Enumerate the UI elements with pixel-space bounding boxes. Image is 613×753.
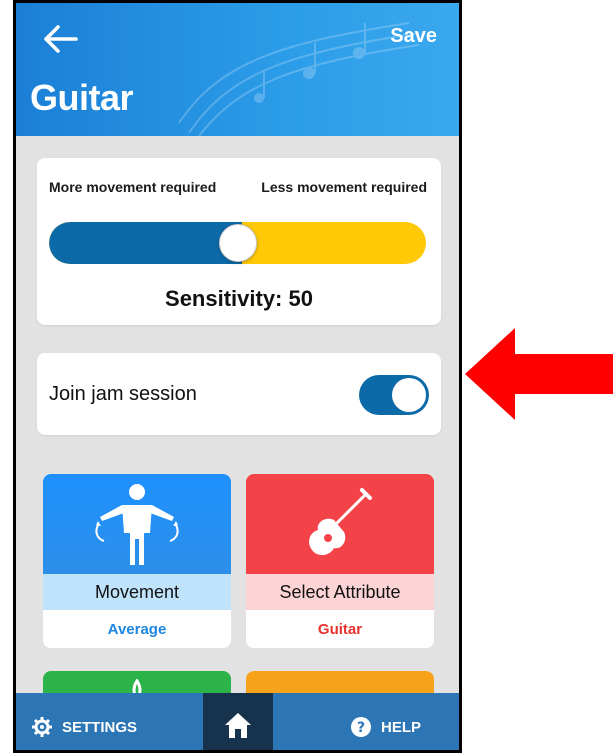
red-arrow-annotation (465, 328, 613, 420)
movement-tile-label: Movement (43, 574, 231, 610)
select-attribute-tile[interactable]: Select Attribute Guitar (246, 474, 434, 648)
sensitivity-slider-thumb[interactable] (218, 224, 257, 262)
jam-session-card: Join jam session (37, 353, 441, 435)
settings-label: SETTINGS (62, 718, 138, 736)
sensitivity-card: More movement required Less movement req… (37, 158, 441, 325)
toggle-knob (392, 378, 426, 412)
settings-button[interactable]: SETTINGS (32, 717, 137, 737)
help-icon: ? (350, 717, 371, 737)
music-notes-decoration (178, 22, 419, 136)
movement-tile-value: Average (43, 610, 231, 648)
home-button[interactable] (203, 693, 273, 750)
select-attribute-tile-value: Guitar (246, 610, 434, 648)
home-icon (225, 712, 251, 738)
select-attribute-tile-header (246, 474, 434, 574)
save-button[interactable]: Save (390, 25, 437, 48)
movement-tile-header (43, 474, 231, 574)
phone-screen: Save Guitar More movement required Less … (13, 0, 462, 753)
sensitivity-value: Sensitivity: 50 (165, 286, 313, 311)
guitar-icon (309, 488, 372, 556)
more-movement-label: More movement required (49, 179, 217, 195)
bottom-nav: SETTINGS ? HELP (16, 693, 459, 750)
person-arms-icon (95, 484, 179, 565)
header: Save Guitar (16, 3, 459, 136)
back-arrow-icon[interactable] (40, 21, 80, 57)
help-button[interactable]: ? HELP (350, 717, 421, 737)
gear-icon (32, 717, 52, 737)
movement-tile[interactable]: Movement Average (43, 474, 231, 648)
page-title: Guitar (30, 77, 134, 118)
svg-text:?: ? (357, 720, 365, 736)
help-label: HELP (380, 718, 421, 736)
jam-session-label: Join jam session (49, 383, 197, 405)
sensitivity-slider-fill (49, 222, 242, 264)
less-movement-label: Less movement required (261, 179, 427, 195)
select-attribute-tile-label: Select Attribute (246, 574, 434, 610)
jam-session-toggle[interactable] (359, 375, 429, 415)
